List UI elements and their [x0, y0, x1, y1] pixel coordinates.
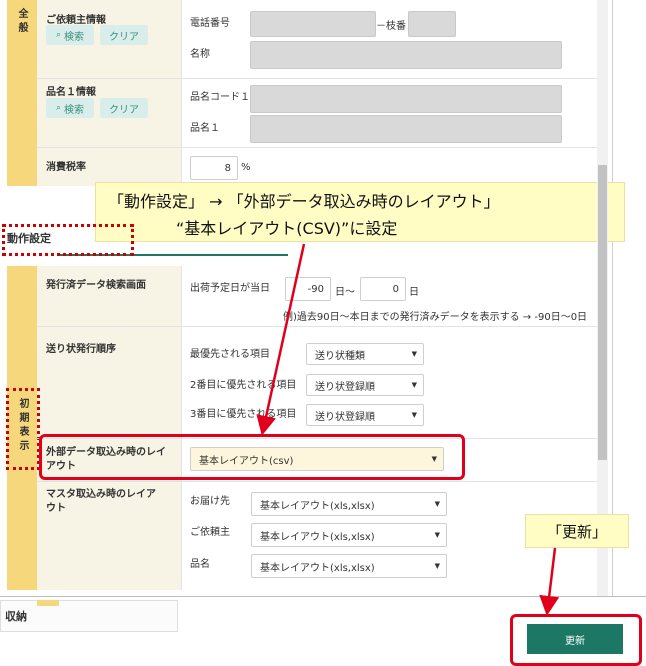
arrow-to-external-layout — [256, 243, 306, 436]
annotation-arrows — [256, 243, 560, 616]
arrow-to-update-button — [539, 547, 560, 616]
